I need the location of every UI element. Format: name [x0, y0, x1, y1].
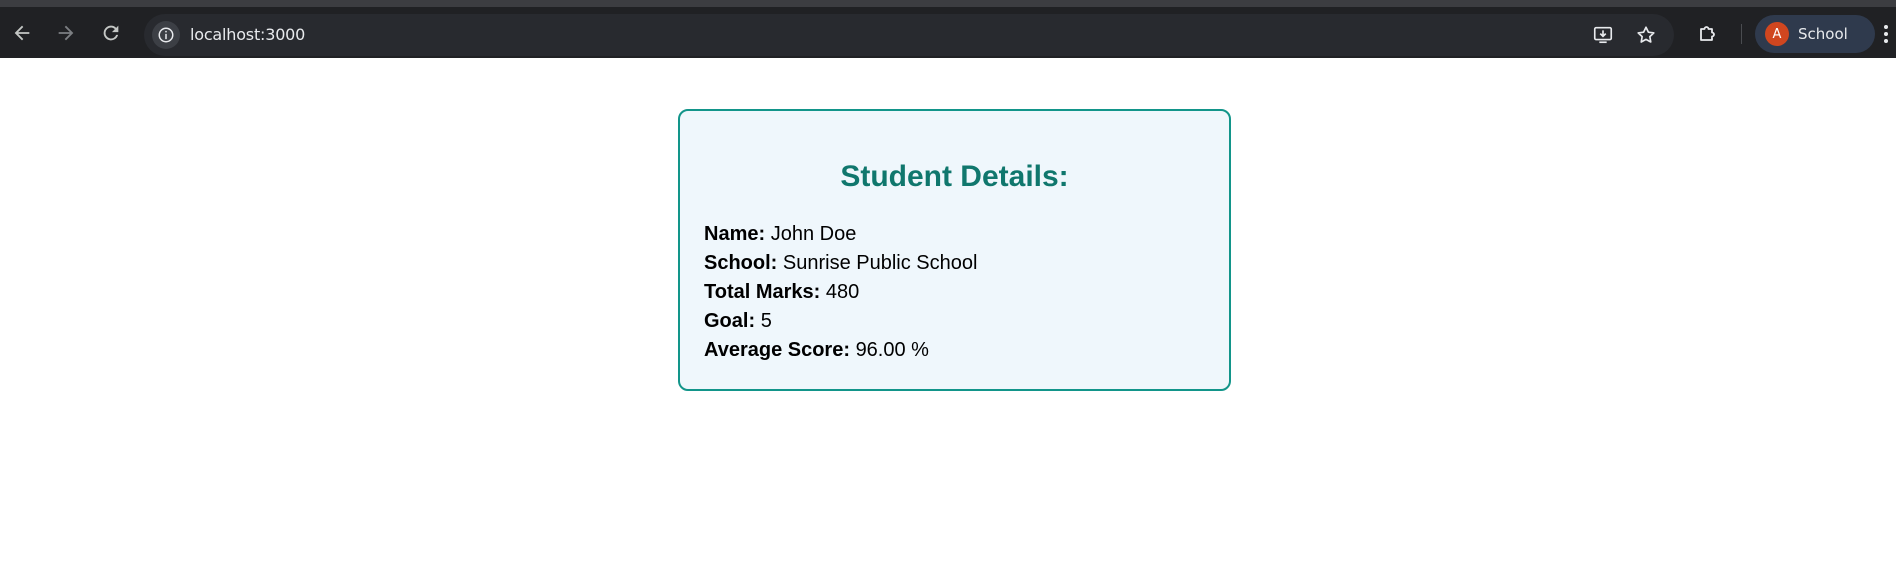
back-arrow-icon: [14, 25, 30, 41]
detail-label: Name:: [704, 223, 766, 245]
forward-button[interactable]: [51, 18, 81, 48]
student-details-card: Student Details: Name: John Doe School: …: [678, 109, 1231, 391]
kebab-menu-icon: [1884, 25, 1888, 29]
avatar: A: [1765, 22, 1789, 46]
detail-value: Sunrise Public School: [782, 252, 978, 274]
back-button[interactable]: [7, 18, 37, 48]
detail-value: John Doe: [770, 223, 857, 245]
detail-label: Goal:: [704, 310, 756, 332]
detail-value: 96.00 %: [855, 339, 929, 361]
browser-toolbar: localhost:3000 A School: [0, 7, 1896, 58]
forward-arrow-icon: [58, 25, 74, 41]
extensions-button[interactable]: [1694, 19, 1722, 47]
card-title: Student Details:: [840, 160, 1069, 193]
install-app-icon: [1593, 26, 1613, 44]
detail-list: Name: John Doe School: Sunrise Public Sc…: [704, 220, 1205, 365]
detail-row-name: Name: John Doe: [704, 220, 1205, 249]
detail-row-school: School: Sunrise Public School: [704, 249, 1205, 278]
detail-label: Total Marks:: [704, 281, 821, 303]
reload-icon: [103, 25, 119, 41]
tab-strip: [0, 0, 1896, 7]
toolbar-divider: [1741, 24, 1742, 44]
detail-label: School:: [704, 252, 778, 274]
address-bar[interactable]: localhost:3000: [144, 14, 1674, 56]
detail-row-total-marks: Total Marks: 480: [704, 278, 1205, 307]
detail-value: 480: [825, 281, 860, 303]
detail-label: Average Score:: [704, 339, 850, 361]
install-app-button[interactable]: [1591, 23, 1615, 47]
reload-button[interactable]: [96, 18, 126, 48]
profile-button[interactable]: A School: [1755, 15, 1875, 53]
site-info-button[interactable]: [152, 21, 180, 49]
star-icon: [1637, 26, 1655, 43]
detail-value: 5: [760, 310, 772, 332]
detail-row-average-score: Average Score: 96.00 %: [704, 336, 1205, 365]
profile-name: School: [1798, 25, 1848, 43]
url-text[interactable]: localhost:3000: [190, 25, 305, 44]
browser-chrome: localhost:3000 A School: [0, 0, 1896, 58]
browser-menu-button[interactable]: [1880, 21, 1892, 47]
info-icon: [158, 27, 174, 43]
bookmark-star-button[interactable]: [1634, 23, 1658, 47]
puzzle-extensions-icon: [1700, 26, 1715, 41]
detail-row-goal: Goal: 5: [704, 307, 1205, 336]
